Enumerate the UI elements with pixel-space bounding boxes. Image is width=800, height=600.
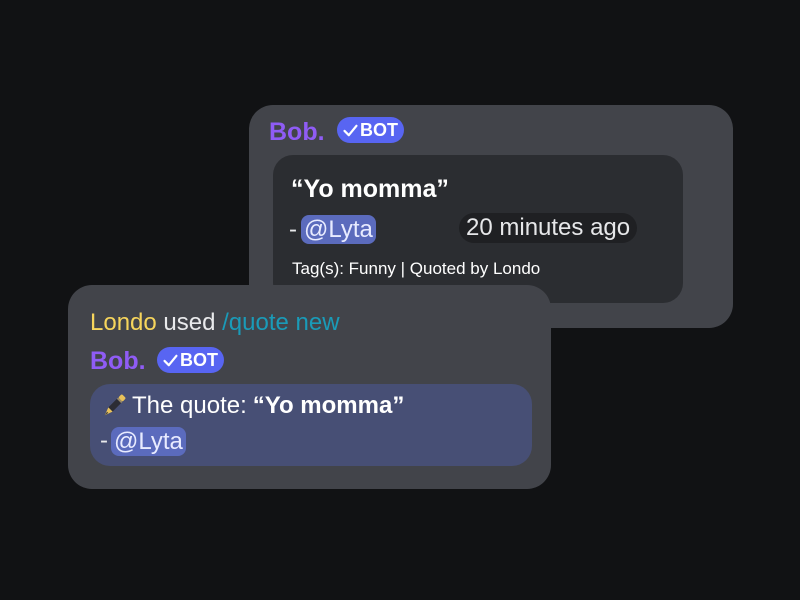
quote-embed: “Yo momma” - @Lyta 20 minutes ago Tag(s)… [273, 155, 683, 303]
author-dash: - [289, 216, 297, 243]
bot-badge-label: BOT [180, 349, 218, 370]
author-mention[interactable]: @Lyta [301, 215, 376, 244]
invoking-user[interactable]: Londo [90, 309, 157, 336]
reply-content: The quote: “Yo momma” - @Lyta [90, 384, 532, 466]
author-dash: - [100, 427, 108, 454]
bot-badge-label: BOT [360, 119, 398, 140]
bot-username[interactable]: Bob. [269, 118, 325, 147]
used-label: used [163, 309, 216, 336]
reply-quote-line: The quote: “Yo momma” [100, 392, 404, 420]
embed-footer: Tag(s): Funny | Quoted by Londo [292, 259, 541, 278]
author-mention[interactable]: @Lyta [111, 427, 186, 456]
command-name[interactable]: /quote new [222, 309, 339, 336]
command-reply-card: Londo used /quote new Bob. BOT The quote… [68, 285, 551, 489]
bot-username[interactable]: Bob. [90, 347, 146, 376]
bot-badge: BOT [337, 117, 404, 143]
quote-text: “Yo momma” [291, 175, 449, 203]
pen-icon [104, 394, 126, 416]
reply-prefix: The quote: [132, 392, 247, 419]
reply-quote: “Yo momma” [252, 392, 405, 419]
command-invocation: Londo used /quote new [90, 309, 340, 337]
timestamp: 20 minutes ago [459, 213, 638, 243]
bot-badge: BOT [157, 347, 224, 373]
checkmark-icon [343, 124, 358, 136]
checkmark-icon [163, 354, 178, 366]
